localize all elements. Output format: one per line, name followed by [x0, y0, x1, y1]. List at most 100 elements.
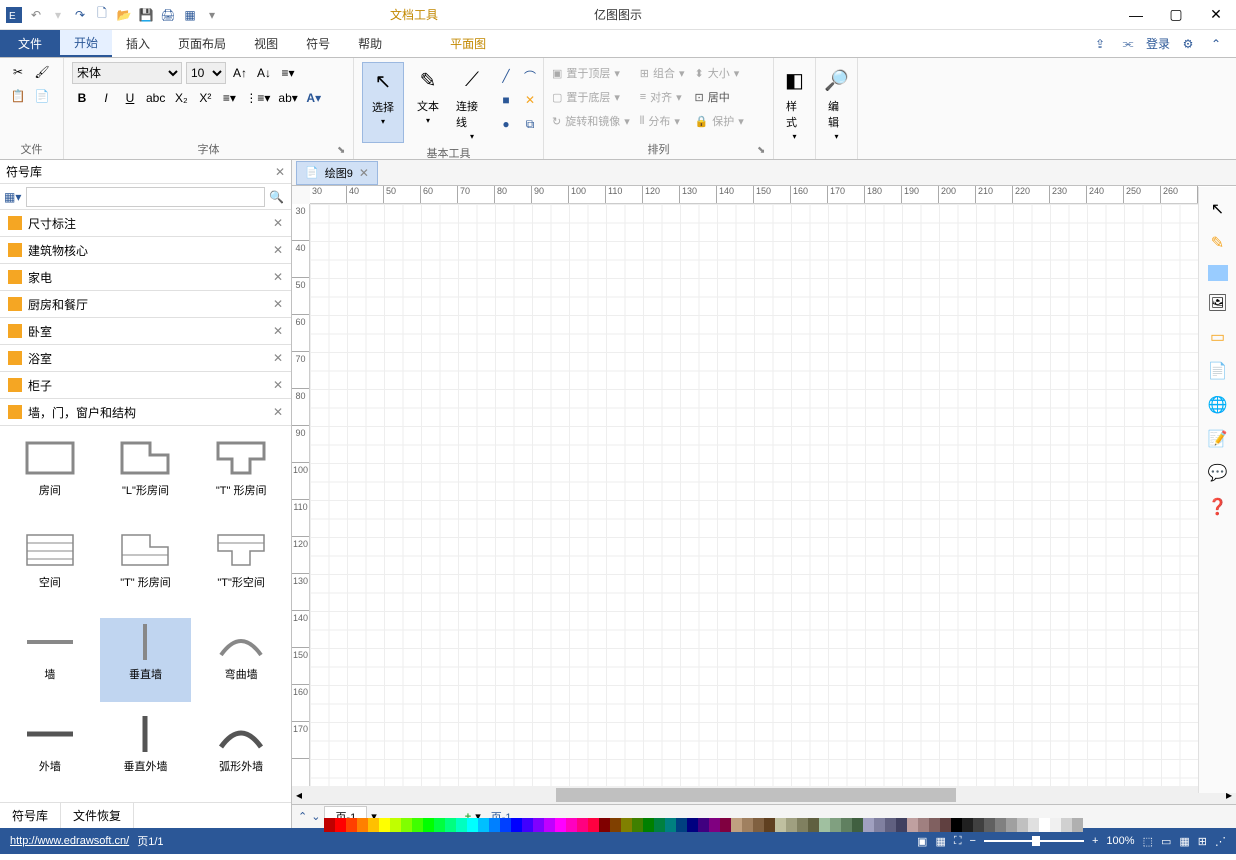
color-swatch[interactable] — [995, 818, 1006, 832]
color-swatch[interactable] — [401, 818, 412, 832]
distribute[interactable]: ⫴ 分布 ▾ — [640, 110, 685, 132]
select-tool[interactable]: ↖选择▾ — [362, 62, 404, 143]
open-icon[interactable]: 📂 — [114, 5, 134, 25]
superscript-icon[interactable]: X² — [195, 88, 215, 108]
group[interactable]: ⊞ 组合 ▾ — [640, 62, 685, 84]
color-swatch[interactable] — [797, 818, 808, 832]
view-full-icon[interactable]: ⛶ — [954, 835, 962, 848]
symbol-category[interactable]: 墙，门，窗户和结构✕ — [0, 399, 291, 426]
color-swatch[interactable] — [731, 818, 742, 832]
crop-icon[interactable]: ⧉ — [520, 114, 540, 134]
font-launcher-icon[interactable]: ⬊ — [337, 145, 349, 157]
color-swatch[interactable] — [577, 818, 588, 832]
symbol-search-input[interactable] — [26, 187, 265, 207]
shape-item[interactable]: 外墙 — [4, 710, 96, 794]
color-swatch[interactable] — [379, 818, 390, 832]
fit-page-icon[interactable]: ⬚ — [1143, 835, 1153, 848]
color-swatch[interactable] — [555, 818, 566, 832]
gear-icon[interactable]: ⚙ — [1178, 34, 1198, 54]
shape-item[interactable]: 垂直外墙 — [100, 710, 192, 794]
color-swatch[interactable] — [962, 818, 973, 832]
fit-width-icon[interactable]: ▭ — [1161, 835, 1171, 848]
rs-layer-icon[interactable]: ▭ — [1206, 325, 1230, 349]
color-swatch[interactable] — [544, 818, 555, 832]
color-swatch[interactable] — [489, 818, 500, 832]
arrange-launcher-icon[interactable]: ⬊ — [757, 145, 769, 157]
color-swatch[interactable] — [665, 818, 676, 832]
collapse-ribbon-icon[interactable]: ⌃ — [1206, 34, 1226, 54]
menu-floorplan[interactable]: 平面图 — [436, 30, 500, 57]
login-link[interactable]: 登录 — [1146, 35, 1170, 52]
rs-fill-icon[interactable] — [1208, 265, 1228, 281]
rs-page-icon[interactable]: 📄 — [1206, 359, 1230, 383]
share-icon[interactable]: ⇪ — [1090, 34, 1110, 54]
edit-button[interactable]: 🔎编辑▾ — [824, 62, 849, 143]
ruler-icon[interactable]: ⊞ — [1198, 835, 1207, 848]
symbol-panel-close-icon[interactable]: ✕ — [275, 165, 285, 179]
color-swatch[interactable] — [346, 818, 357, 832]
app-icon[interactable]: E — [4, 5, 24, 25]
resize-grip-icon[interactable]: ⋰ — [1215, 835, 1226, 848]
doc-tab-close-icon[interactable]: ✕ — [359, 166, 369, 180]
zoom-slider[interactable] — [984, 840, 1084, 842]
underline-icon[interactable]: U — [120, 88, 140, 108]
shape-item[interactable]: "T" 形房间 — [100, 526, 192, 610]
zoom-in-icon[interactable]: + — [1092, 835, 1098, 847]
color-swatch[interactable] — [841, 818, 852, 832]
color-swatch[interactable] — [918, 818, 929, 832]
symbol-category[interactable]: 家电✕ — [0, 264, 291, 291]
color-swatch[interactable] — [467, 818, 478, 832]
menu-start[interactable]: 开始 — [60, 30, 112, 57]
send-back[interactable]: ▢ 置于底层 ▾ — [552, 86, 630, 108]
color-swatch[interactable] — [775, 818, 786, 832]
color-swatch[interactable] — [357, 818, 368, 832]
arc-icon[interactable]: ⌒ — [520, 66, 540, 86]
color-swatch[interactable] — [654, 818, 665, 832]
view-single-icon[interactable]: ▣ — [917, 835, 927, 848]
color-swatch[interactable] — [951, 818, 962, 832]
qat-more-icon[interactable]: ▾ — [202, 5, 222, 25]
color-swatch[interactable] — [819, 818, 830, 832]
tab-file-recovery[interactable]: 文件恢复 — [61, 803, 134, 828]
symbol-category[interactable]: 厨房和餐厅✕ — [0, 291, 291, 318]
shape-item[interactable]: "T" 形房间 — [195, 434, 287, 518]
redo-icon[interactable]: ↷ — [70, 5, 90, 25]
x-icon[interactable]: ✕ — [520, 90, 540, 110]
symbol-category[interactable]: 卧室✕ — [0, 318, 291, 345]
bold-icon[interactable]: B — [72, 88, 92, 108]
highlight-icon[interactable]: ab▾ — [276, 88, 299, 108]
italic-icon[interactable]: I — [96, 88, 116, 108]
color-swatch[interactable] — [753, 818, 764, 832]
font-color-icon[interactable]: A▾ — [304, 88, 324, 108]
color-swatch[interactable] — [368, 818, 379, 832]
size[interactable]: ⬍ 大小 ▾ — [695, 62, 744, 84]
color-swatch[interactable] — [588, 818, 599, 832]
font-size-select[interactable]: 10 — [186, 62, 226, 84]
color-swatch[interactable] — [522, 818, 533, 832]
shape-item[interactable]: 弯曲墙 — [195, 618, 287, 702]
menu-page-layout[interactable]: 页面布局 — [164, 30, 240, 57]
color-swatch[interactable] — [786, 818, 797, 832]
save-icon[interactable]: 💾 — [136, 5, 156, 25]
color-swatch[interactable] — [511, 818, 522, 832]
rs-note-icon[interactable]: 📝 — [1206, 427, 1230, 451]
zoom-thumb[interactable] — [1032, 836, 1040, 846]
symbol-category[interactable]: 柜子✕ — [0, 372, 291, 399]
color-swatch[interactable] — [742, 818, 753, 832]
color-swatch[interactable] — [566, 818, 577, 832]
color-swatch[interactable] — [1017, 818, 1028, 832]
bullets-icon[interactable]: ⋮≡▾ — [243, 88, 272, 108]
color-swatch[interactable] — [687, 818, 698, 832]
minimize-button[interactable]: — — [1116, 0, 1156, 30]
page-prev-icon[interactable]: ⌃ — [298, 810, 307, 823]
color-swatch[interactable] — [412, 818, 423, 832]
color-swatch[interactable] — [599, 818, 610, 832]
color-swatch[interactable] — [1072, 818, 1083, 832]
color-swatch[interactable] — [808, 818, 819, 832]
increase-font-icon[interactable]: A↑ — [230, 63, 250, 83]
tab-symbol-lib[interactable]: 符号库 — [0, 803, 61, 828]
color-swatch[interactable] — [610, 818, 621, 832]
color-swatch[interactable] — [434, 818, 445, 832]
zoom-out-icon[interactable]: − — [970, 835, 976, 847]
menu-symbol[interactable]: 符号 — [292, 30, 344, 57]
